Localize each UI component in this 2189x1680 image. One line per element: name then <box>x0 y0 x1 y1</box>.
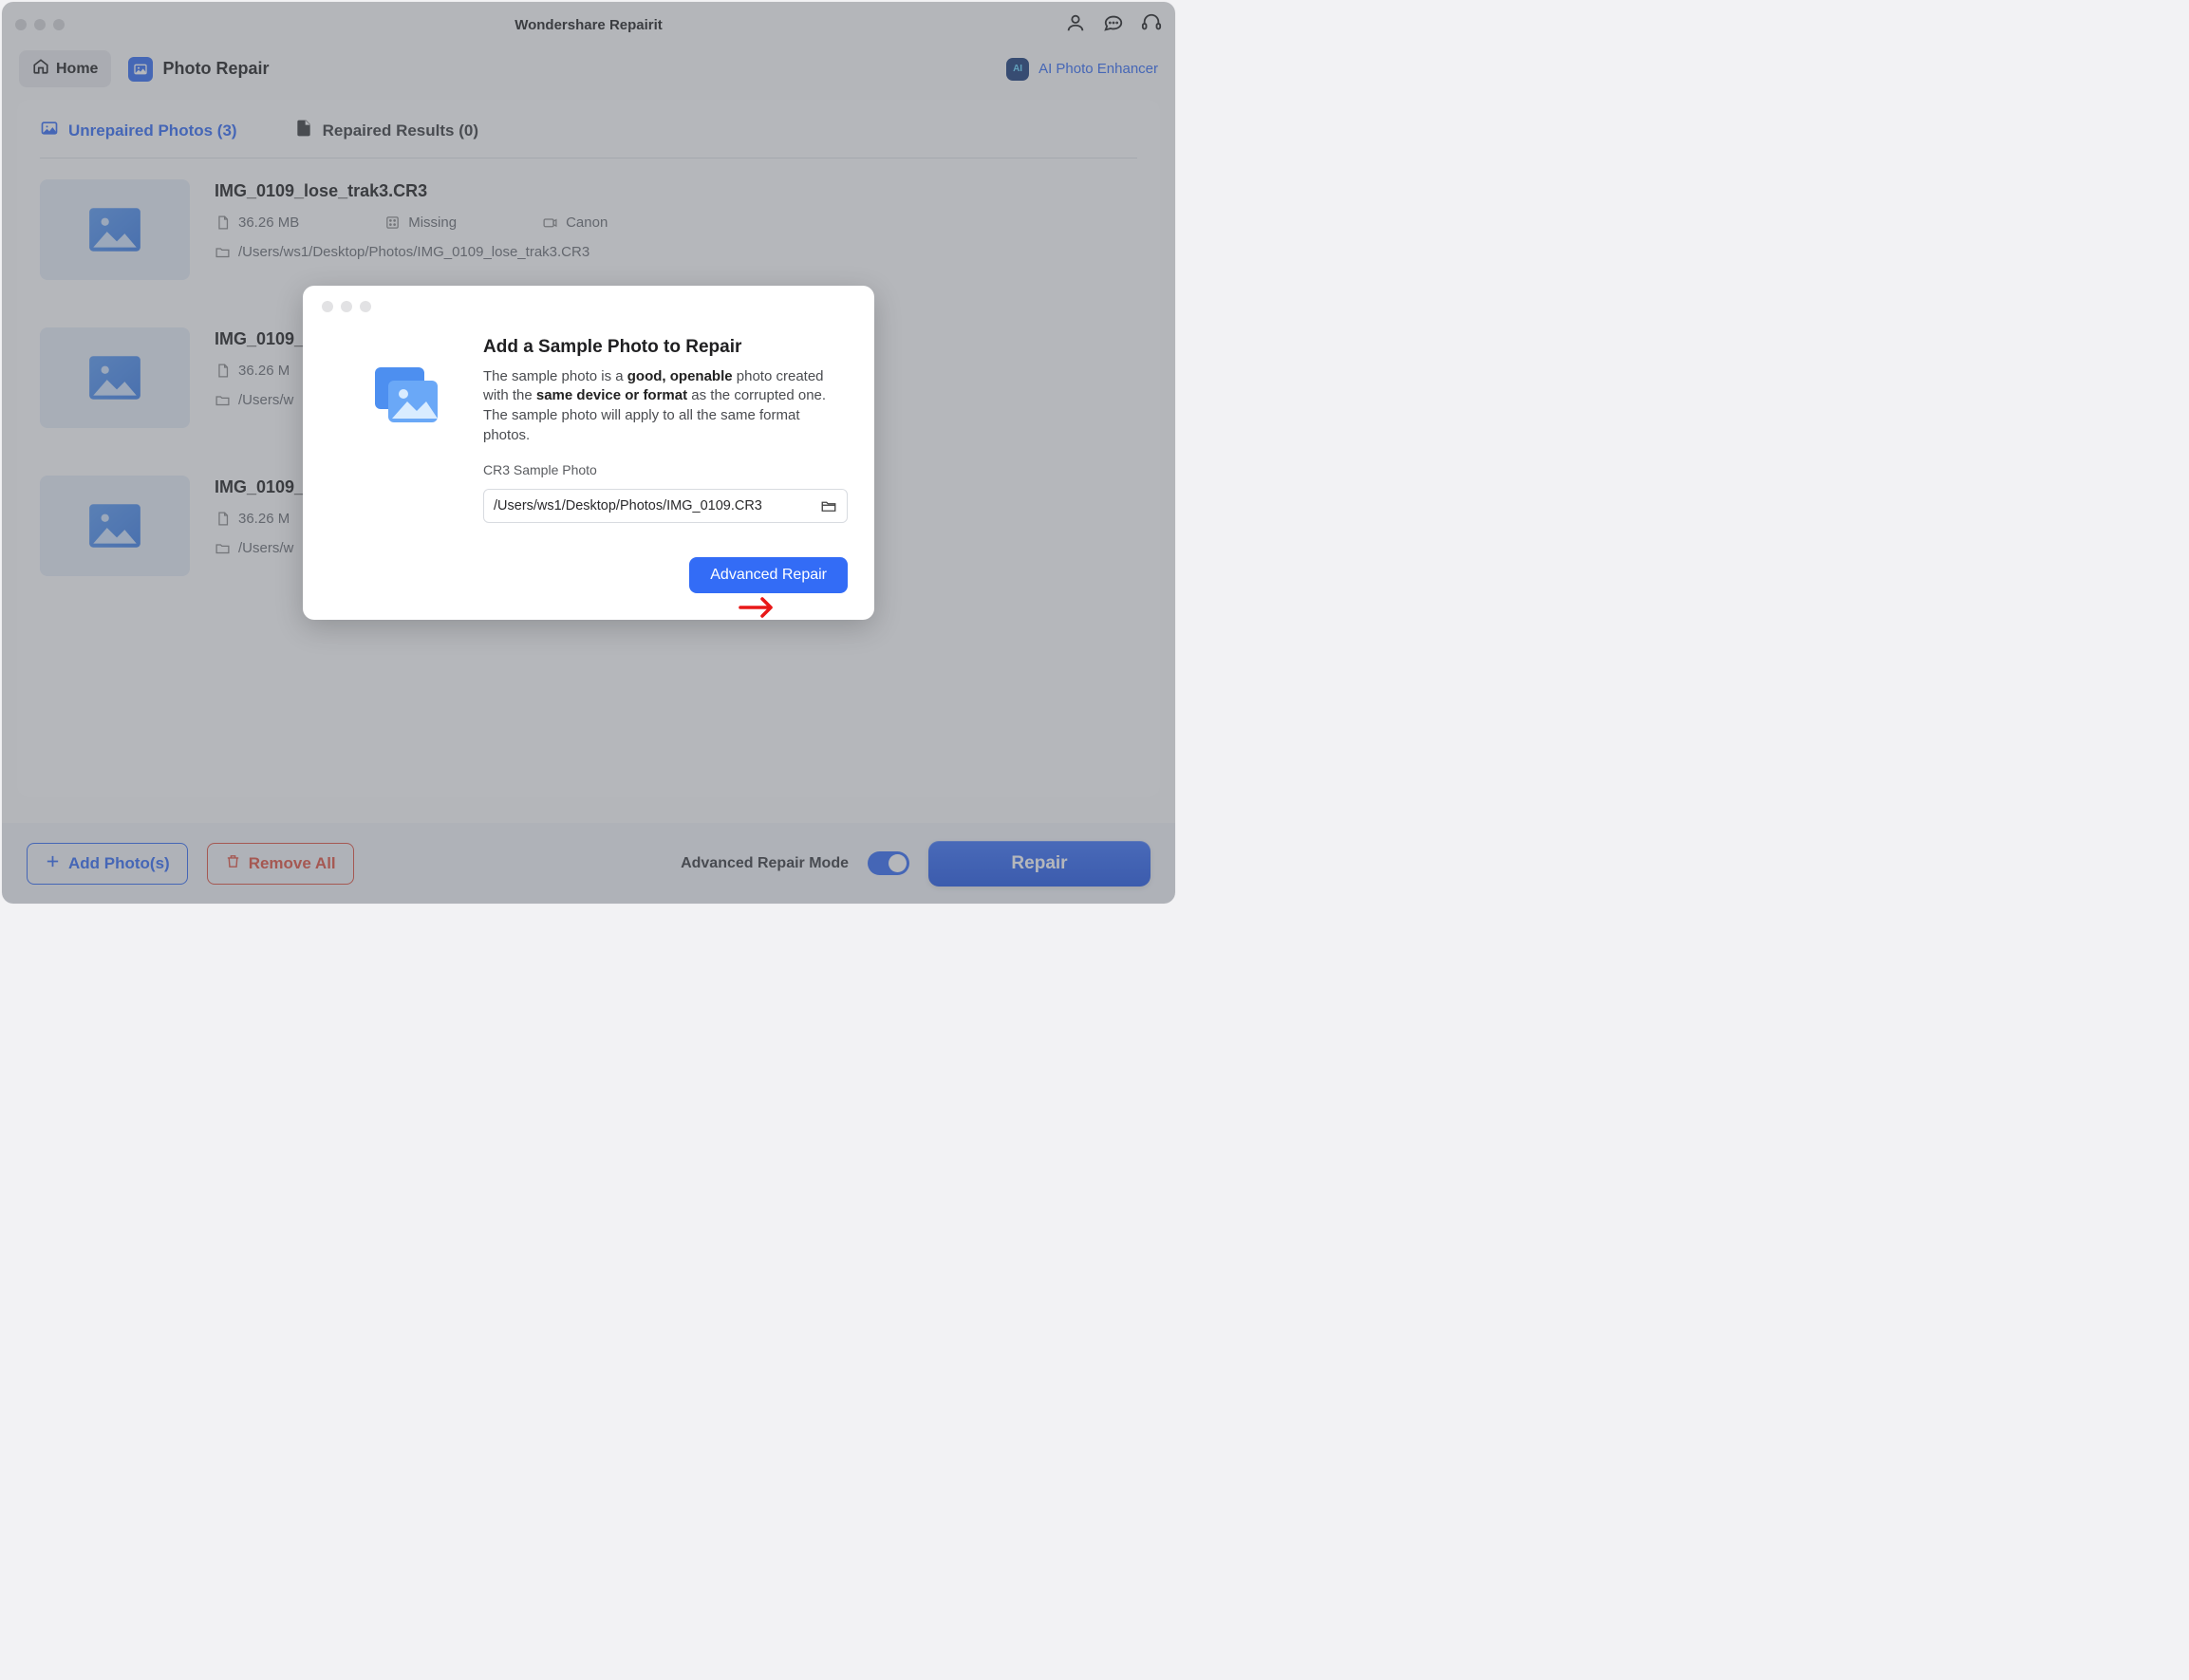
modal-title: Add a Sample Photo to Repair <box>483 337 848 358</box>
modal-overlay: Add a Sample Photo to Repair The sample … <box>2 2 1175 904</box>
folder-open-icon <box>820 497 837 514</box>
modal-window-controls <box>322 301 855 312</box>
modal-minimize-button[interactable] <box>341 301 352 312</box>
sample-photo-modal: Add a Sample Photo to Repair The sample … <box>303 286 874 621</box>
sample-path-field[interactable] <box>483 489 848 523</box>
modal-description: The sample photo is a good, openable pho… <box>483 367 848 446</box>
modal-maximize-button[interactable] <box>360 301 371 312</box>
sample-photo-label: CR3 Sample Photo <box>483 462 848 477</box>
browse-folder-button[interactable] <box>820 497 837 514</box>
sample-path-input[interactable] <box>494 498 820 513</box>
app-window: Wondershare Repairit Home Photo Repair <box>2 2 1175 904</box>
advanced-repair-button[interactable]: Advanced Repair <box>689 557 848 593</box>
modal-close-button[interactable] <box>322 301 333 312</box>
sample-photo-icon <box>367 337 445 594</box>
